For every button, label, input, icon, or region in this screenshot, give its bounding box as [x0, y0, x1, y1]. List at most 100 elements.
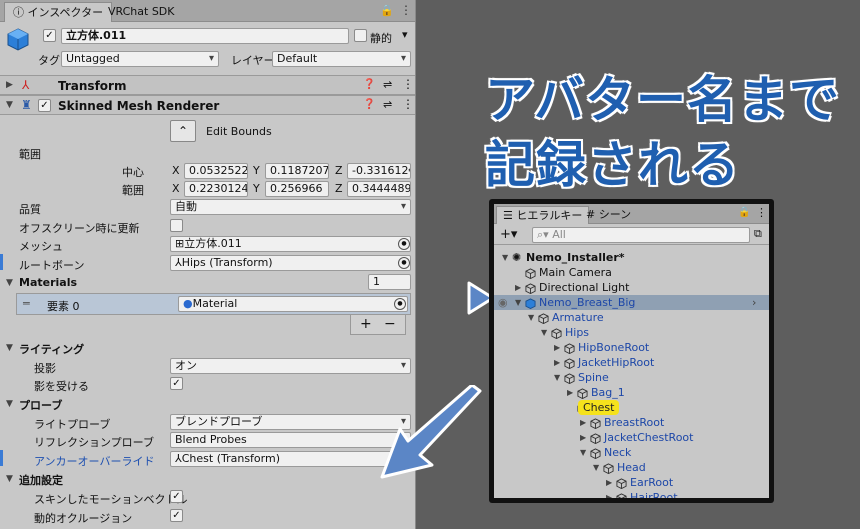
smr-component-header[interactable]: ▼ ♜ ✓ Skinned Mesh Renderer ❓ ⇌ ⋮	[0, 95, 415, 115]
rootbone-field[interactable]: ⅄Hips (Transform)	[170, 255, 411, 271]
help-icon[interactable]: ❓	[363, 79, 375, 90]
preset-icon[interactable]: ⇌	[383, 78, 392, 91]
hierarchy-item[interactable]: ▶ HipBoneRoot	[494, 340, 769, 355]
material-field[interactable]: ●Material	[178, 296, 408, 312]
object-picker-icon[interactable]: ●	[394, 298, 406, 310]
active-checkbox[interactable]: ✓	[43, 29, 56, 42]
tree-arrow-icon[interactable]: ▶	[554, 355, 560, 370]
hierarchy-item[interactable]: Main Camera	[494, 265, 769, 280]
collapse-arrow-icon[interactable]: ▼	[6, 399, 13, 409]
lock-icon[interactable]: 🔒	[738, 207, 750, 218]
tree-arrow-icon[interactable]: ▼	[580, 445, 586, 460]
hierarchy-item[interactable]: ▼ Spine	[494, 370, 769, 385]
hierarchy-search-input[interactable]: ⌕▾ All	[532, 227, 750, 243]
mesh-field[interactable]: ⊞立方体.011	[170, 236, 411, 252]
visibility-eye-icon[interactable]: ◉	[498, 295, 508, 310]
hierarchy-item[interactable]: ▼ Armature	[494, 310, 769, 325]
hierarchy-item[interactable]: ▼ Hips	[494, 325, 769, 340]
hierarchy-item[interactable]: Chest	[494, 400, 769, 415]
hierarchy-item[interactable]: ▼ ✺ Nemo_Installer*	[494, 250, 769, 265]
smr-title: Skinned Mesh Renderer	[58, 99, 220, 113]
tree-arrow-icon[interactable]: ▶	[567, 385, 573, 400]
search-options-icon[interactable]: ⧉	[754, 227, 762, 241]
tree-arrow-icon[interactable]: ▶	[580, 430, 586, 445]
hierarchy-item[interactable]: ▼ Head	[494, 460, 769, 475]
tab-vrchat-sdk[interactable]: VRChat SDK	[100, 2, 183, 22]
quality-dropdown[interactable]: 自動	[170, 199, 411, 215]
edit-bounds-button[interactable]: ⌃	[170, 120, 196, 142]
layer-dropdown[interactable]: Default	[272, 51, 411, 67]
tree-arrow-icon[interactable]: ▼	[528, 310, 534, 325]
transform-component-header[interactable]: ▶ ⅄ Transform ❓ ⇌ ⋮	[0, 75, 415, 95]
tab-hierarchy[interactable]: ☰ ヒエラルキー	[496, 206, 590, 224]
lock-icon[interactable]: 🔒	[380, 4, 394, 17]
tag-dropdown[interactable]: Untagged	[61, 51, 219, 67]
hierarchy-item[interactable]: ▶ Bag_1	[494, 385, 769, 400]
pointer-arrow-icon	[380, 385, 482, 479]
hierarchy-window: ☰ ヒエラルキー # シーン 🔒 ⋮ +▾ ⌕▾ All ⧉ ▼ ✺ Nemo_In…	[489, 199, 774, 503]
receive-shadows-checkbox[interactable]: ✓	[170, 377, 183, 390]
component-menu-icon[interactable]: ⋮	[402, 97, 414, 111]
material-element-row[interactable]: ═ 要素 0 ●Material ●	[16, 293, 411, 315]
tree-arrow-icon[interactable]: ▶	[515, 280, 521, 295]
tree-arrow-icon[interactable]: ▶	[606, 475, 612, 490]
remove-element-button[interactable]: −	[384, 316, 396, 332]
static-dropdown-icon[interactable]: ▾	[402, 28, 408, 41]
menu-dots-icon[interactable]: ⋮	[756, 206, 767, 219]
center-z-field[interactable]: -0.331612€	[347, 163, 411, 179]
tree-arrow-icon[interactable]: ▼	[541, 325, 547, 340]
lighting-label: ライティング	[19, 343, 85, 356]
hierarchy-item[interactable]: ▶ Directional Light	[494, 280, 769, 295]
tree-arrow-icon[interactable]: ▶	[606, 490, 612, 498]
collapse-arrow-icon[interactable]: ▼	[6, 474, 13, 484]
collapse-arrow-icon[interactable]: ▼	[6, 278, 13, 288]
reflection-probe-dropdown[interactable]: Blend Probes	[170, 432, 411, 448]
add-element-button[interactable]: +	[360, 316, 372, 332]
motion-vectors-checkbox[interactable]: ✓	[170, 490, 183, 503]
tree-arrow-icon[interactable]: ▼	[515, 295, 521, 310]
cast-shadows-dropdown[interactable]: オン	[170, 358, 411, 374]
object-name-field[interactable]: 立方体.011	[61, 28, 349, 44]
hierarchy-item-label: Main Camera	[539, 266, 612, 279]
hierarchy-item[interactable]: ▼ Neck	[494, 445, 769, 460]
preset-icon[interactable]: ⇌	[383, 98, 392, 111]
object-picker-icon[interactable]: ●	[398, 257, 410, 269]
hierarchy-item[interactable]: ▶ BreastRoot	[494, 415, 769, 430]
drag-handle-icon[interactable]: ═	[23, 297, 30, 310]
gameobject-cube-icon	[564, 340, 578, 355]
object-picker-icon[interactable]: ●	[398, 238, 410, 250]
center-y-field[interactable]: 0.1187207	[265, 163, 329, 179]
expand-arrow-icon[interactable]: ▶	[6, 80, 13, 90]
extent-z-field[interactable]: 0.3444489	[347, 181, 411, 197]
materials-count-field[interactable]: 1	[368, 274, 411, 290]
hierarchy-item[interactable]: ▶ HairRoot	[494, 490, 769, 498]
hierarchy-item[interactable]: ◉ › ▼ Nemo_Breast_Big	[494, 295, 769, 310]
component-menu-icon[interactable]: ⋮	[402, 77, 414, 91]
tree-arrow-icon[interactable]: ▶	[554, 340, 560, 355]
dynamic-occlusion-checkbox[interactable]: ✓	[170, 509, 183, 522]
tab-inspector[interactable]: ⓘ インスペクター	[4, 2, 113, 22]
hierarchy-item[interactable]: ▶ JacketChestRoot	[494, 430, 769, 445]
tree-arrow-icon[interactable]: ▶	[580, 415, 586, 430]
tab-scene[interactable]: # シーン	[586, 207, 631, 225]
collapse-arrow-icon[interactable]: ▼	[6, 100, 13, 110]
expand-chevron-icon[interactable]: ›	[752, 295, 756, 310]
smr-enabled-checkbox[interactable]: ✓	[38, 99, 51, 112]
light-probe-dropdown[interactable]: ブレンドプローブ	[170, 414, 411, 430]
tree-arrow-icon[interactable]: ▼	[554, 370, 560, 385]
anchor-override-field[interactable]: ⅄Chest (Transform)	[170, 451, 411, 467]
extent-x-field[interactable]: 0.2230124	[184, 181, 248, 197]
center-x-field[interactable]: 0.0532522!	[184, 163, 248, 179]
tree-arrow-icon[interactable]: ▼	[593, 460, 599, 475]
offscreen-checkbox[interactable]	[170, 219, 183, 232]
static-checkbox[interactable]	[354, 29, 367, 42]
hierarchy-item[interactable]: ▶ JacketHipRoot	[494, 355, 769, 370]
hierarchy-item[interactable]: ▶ EarRoot	[494, 475, 769, 490]
collapse-arrow-icon[interactable]: ▼	[6, 343, 13, 353]
menu-dots-icon[interactable]: ⋮	[400, 3, 412, 17]
extent-y-field[interactable]: 0.256966	[265, 181, 329, 197]
tree-arrow-icon[interactable]: ▼	[502, 250, 508, 265]
light-probe-label: ライトプローブ	[34, 418, 111, 431]
help-icon[interactable]: ❓	[363, 99, 375, 110]
create-add-button[interactable]: +▾	[500, 227, 517, 242]
